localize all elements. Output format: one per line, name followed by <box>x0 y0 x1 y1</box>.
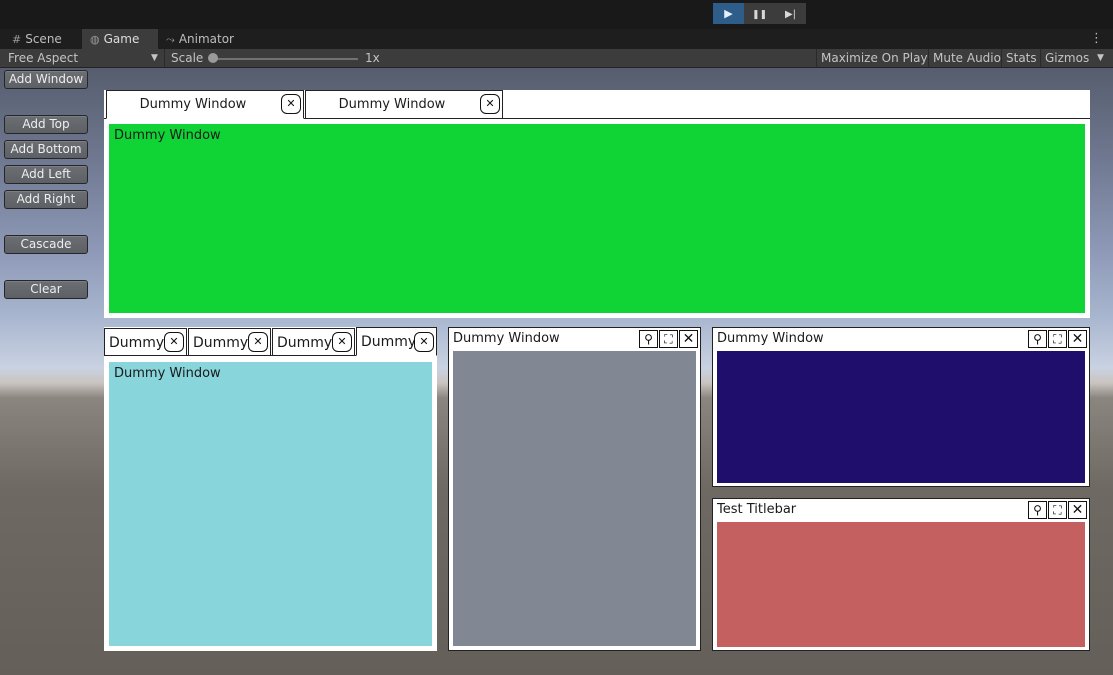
divider <box>1040 49 1041 68</box>
right-bottom-window-content <box>717 522 1085 647</box>
close-icon[interactable]: ✕ <box>679 330 698 348</box>
step-button[interactable]: ▶| <box>775 3 806 24</box>
pin-icon[interactable]: ⚲ <box>639 330 658 348</box>
close-icon[interactable]: ✕ <box>248 332 268 352</box>
tab-label: Dummy <box>361 334 417 350</box>
gamepad-icon: ◍ <box>90 33 100 46</box>
divider <box>816 49 817 68</box>
clear-button[interactable]: Clear <box>4 280 88 299</box>
top-dock-tab-2[interactable]: Dummy Window ✕ <box>305 90 503 118</box>
add-bottom-button[interactable]: Add Bottom <box>4 140 88 159</box>
maximize-icon[interactable]: ⛶ <box>659 330 678 348</box>
scale-slider-handle[interactable] <box>208 53 218 63</box>
scale-value: 1x <box>365 51 380 65</box>
pin-icon[interactable]: ⚲ <box>1028 330 1047 348</box>
middle-window: Dummy Window ⚲ ⛶ ✕ <box>448 327 701 651</box>
editor-tab-bar: # Scene ◍ Game ⤳ Animator ⋮ <box>0 29 1113 49</box>
scale-label: Scale <box>171 51 204 65</box>
tab-label: Dummy <box>277 335 333 351</box>
window-title: Dummy Window <box>453 331 560 346</box>
divider <box>928 49 929 68</box>
left-dock-tab-1[interactable]: Dummy ✕ <box>104 328 187 355</box>
tab-label: Animator <box>178 32 234 46</box>
aspect-dropdown[interactable]: Free Aspect <box>8 49 78 68</box>
add-top-button[interactable]: Add Top <box>4 115 88 134</box>
cascade-button[interactable]: Cascade <box>4 235 88 254</box>
window-controls: ⚲ ⛶ ✕ <box>1027 330 1087 348</box>
left-dock-tab-4[interactable]: Dummy ✕ <box>356 327 437 356</box>
pause-icon: ❚❚ <box>751 10 768 20</box>
tab-label: Scene <box>25 32 62 46</box>
left-dock-content: Dummy Window <box>109 362 432 646</box>
scale-slider-track[interactable] <box>212 58 358 60</box>
left-dock-tab-2[interactable]: Dummy ✕ <box>188 328 271 355</box>
divider <box>164 49 165 68</box>
tab-label: Dummy <box>193 335 249 351</box>
chevron-down-icon: ▼ <box>151 53 158 63</box>
close-icon[interactable]: ✕ <box>332 332 352 352</box>
tab-label: Game <box>103 32 140 46</box>
game-viewport: Add Window Add Top Add Bottom Add Left A… <box>0 68 1113 675</box>
maximize-on-play-toggle[interactable]: Maximize On Play <box>821 49 928 68</box>
close-icon[interactable]: ✕ <box>480 94 500 114</box>
add-left-button[interactable]: Add Left <box>4 165 88 184</box>
right-bottom-window: Test Titlebar ⚲ ⛶ ✕ <box>712 498 1090 651</box>
close-icon[interactable]: ✕ <box>1068 330 1087 348</box>
unity-editor: ▶ ❚❚ ▶| # Scene ◍ Game ⤳ Animator ⋮ Free As… <box>0 0 1113 675</box>
stats-toggle[interactable]: Stats <box>1006 49 1037 68</box>
middle-window-content <box>453 351 696 646</box>
pause-button[interactable]: ❚❚ <box>744 3 775 24</box>
content-title: Dummy Window <box>114 366 221 381</box>
tab-label: Dummy <box>109 335 165 351</box>
step-icon: ▶| <box>784 9 797 20</box>
tab-scene[interactable]: # Scene <box>4 29 82 49</box>
gizmos-toggle[interactable]: Gizmos <box>1045 49 1089 68</box>
pin-icon[interactable]: ⚲ <box>1028 501 1047 519</box>
maximize-icon[interactable]: ⛶ <box>1048 330 1067 348</box>
top-dock-content: Dummy Window <box>109 124 1085 313</box>
grid-icon: # <box>12 33 22 46</box>
window-title: Test Titlebar <box>717 502 797 517</box>
close-icon[interactable]: ✕ <box>1068 501 1087 519</box>
tab-game[interactable]: ◍ Game <box>82 29 158 49</box>
right-top-window-content <box>717 351 1085 483</box>
play-toolbar: ▶ ❚❚ ▶| <box>0 0 1113 29</box>
mute-audio-toggle[interactable]: Mute Audio <box>933 49 1001 68</box>
add-window-button[interactable]: Add Window <box>4 70 88 89</box>
window-title: Dummy Window <box>717 331 824 346</box>
divider <box>1001 49 1002 68</box>
close-icon[interactable]: ✕ <box>414 332 434 352</box>
top-dock-panel: Dummy Window ✕ Dummy Window ✕ Dummy Wind… <box>104 90 1090 318</box>
window-controls: ⚲ ⛶ ✕ <box>1027 501 1087 519</box>
window-controls: ⚲ ⛶ ✕ <box>638 330 698 348</box>
left-dock-panel: Dummy ✕ Dummy ✕ Dummy ✕ Dummy ✕ Dummy Wi… <box>104 327 437 651</box>
content-title: Dummy Window <box>114 128 221 143</box>
maximize-icon[interactable]: ⛶ <box>1048 501 1067 519</box>
chevron-down-icon[interactable]: ▼ <box>1097 49 1104 68</box>
close-icon[interactable]: ✕ <box>281 94 301 114</box>
top-dock-tab-1[interactable]: Dummy Window ✕ <box>106 90 304 119</box>
close-icon[interactable]: ✕ <box>164 332 184 352</box>
play-icon: ▶ <box>724 7 733 20</box>
add-right-button[interactable]: Add Right <box>4 190 88 209</box>
left-dock-tab-3[interactable]: Dummy ✕ <box>272 328 355 355</box>
animator-icon: ⤳ <box>166 33 175 46</box>
game-toolbar: Free Aspect ▼ Scale 1x Maximize On Play … <box>0 49 1113 68</box>
more-options-icon[interactable]: ⋮ <box>1090 29 1103 49</box>
play-button[interactable]: ▶ <box>713 3 744 24</box>
tab-animator[interactable]: ⤳ Animator <box>158 29 248 49</box>
right-top-window: Dummy Window ⚲ ⛶ ✕ <box>712 327 1090 487</box>
tab-label: Dummy Window <box>139 97 247 112</box>
tab-label: Dummy Window <box>338 97 446 112</box>
